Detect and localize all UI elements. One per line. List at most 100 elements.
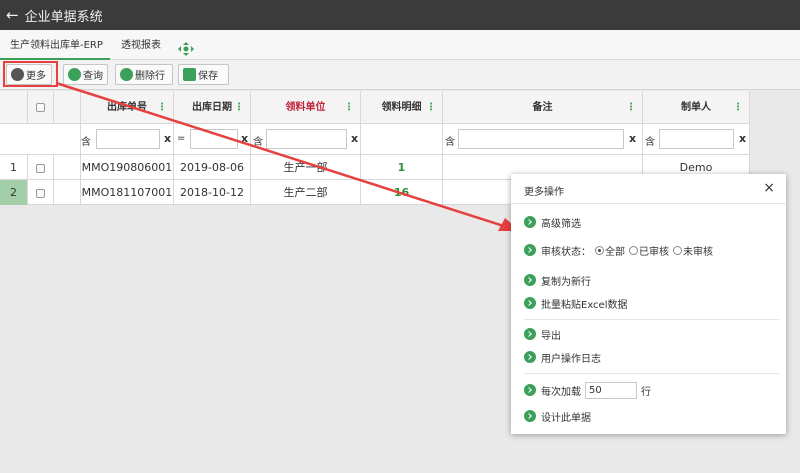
audit-status-label: 审核状态： bbox=[541, 246, 591, 258]
close-icon[interactable]: × bbox=[763, 180, 775, 196]
arrow-right-circle-icon bbox=[524, 328, 536, 340]
select-all-checkbox[interactable] bbox=[36, 102, 45, 112]
copy-new-label: 复制为新行 bbox=[541, 276, 591, 288]
filter-input[interactable] bbox=[266, 129, 347, 149]
row-checkbox-cell[interactable] bbox=[28, 155, 54, 180]
tab-bar: 生产领料出库单-ERP 透视报表 bbox=[0, 30, 800, 60]
batch-paste-item[interactable]: 批量粘贴Excel数据 bbox=[524, 295, 628, 311]
title-bar: ← 企业单据系统 bbox=[0, 0, 800, 30]
cell-date[interactable]: 2019-08-06 bbox=[174, 155, 251, 180]
header-order-no[interactable]: 出库单号 ⋮ bbox=[81, 91, 174, 124]
save-button[interactable]: 保存 bbox=[178, 64, 229, 85]
export-item[interactable]: 导出 bbox=[524, 326, 561, 342]
audit-radio-approved[interactable]: 已审核 bbox=[629, 243, 669, 258]
filter-input[interactable] bbox=[190, 129, 238, 149]
filter-row: 含 x = x 含 x 含 x 含 x bbox=[0, 124, 750, 155]
cell-order-no[interactable]: MMO181107001 bbox=[81, 180, 174, 205]
row-number: 1 bbox=[0, 155, 28, 180]
cell-dept[interactable]: 生产二部 bbox=[251, 180, 361, 205]
filter-order-no: 含 x bbox=[81, 124, 174, 155]
save-icon bbox=[183, 68, 196, 81]
filter-clear[interactable]: x bbox=[164, 132, 171, 145]
divider bbox=[524, 373, 779, 374]
filter-input[interactable] bbox=[659, 129, 734, 149]
back-arrow-icon[interactable]: ← bbox=[6, 7, 19, 23]
arrow-right-circle-icon bbox=[524, 244, 536, 256]
row-number: 2 bbox=[0, 180, 28, 205]
row-checkbox[interactable] bbox=[36, 163, 45, 173]
header-rownum bbox=[0, 91, 28, 124]
row-spacer bbox=[54, 180, 81, 205]
filter-clear[interactable]: x bbox=[739, 132, 746, 145]
more-actions-dialog: 更多操作 × 高级筛选 审核状态： 全部 已审核 未审核 复制为新行 批量粘贴E… bbox=[511, 174, 786, 434]
design-form-item[interactable]: 设计此单据 bbox=[524, 408, 591, 424]
filter-clear[interactable]: x bbox=[629, 132, 636, 145]
header-spacer bbox=[54, 91, 81, 124]
delete-row-button[interactable]: 删除行 bbox=[115, 64, 173, 85]
query-button[interactable]: 查询 bbox=[63, 64, 108, 85]
column-menu-icon[interactable]: ⋮ bbox=[234, 91, 244, 124]
column-menu-icon[interactable]: ⋮ bbox=[344, 91, 354, 124]
per-load-item: 每次加载 50 行 bbox=[524, 381, 651, 399]
user-log-item[interactable]: 用户操作日志 bbox=[524, 349, 601, 365]
dialog-title: 更多操作 bbox=[524, 187, 564, 198]
cell-date[interactable]: 2018-10-12 bbox=[174, 180, 251, 205]
row-checkbox-cell[interactable] bbox=[28, 180, 54, 205]
tab-pivot-report[interactable]: 透视报表 bbox=[121, 30, 161, 60]
header-select-all[interactable] bbox=[28, 91, 54, 124]
copy-new-item[interactable]: 复制为新行 bbox=[524, 272, 591, 288]
header-remark[interactable]: 备注 ⋮ bbox=[443, 91, 643, 124]
arrow-right-circle-icon bbox=[524, 216, 536, 228]
filter-detail bbox=[361, 124, 443, 155]
filter-op: = bbox=[177, 133, 186, 144]
query-label: 查询 bbox=[83, 71, 103, 82]
filter-maker: 含 x bbox=[643, 124, 750, 155]
advanced-filter-label: 高级筛选 bbox=[541, 218, 581, 230]
move-icon[interactable] bbox=[178, 38, 194, 56]
radio-icon[interactable] bbox=[595, 245, 604, 255]
filter-op: 含 bbox=[645, 137, 655, 148]
audit-radio-all[interactable]: 全部 bbox=[595, 243, 625, 258]
user-log-label: 用户操作日志 bbox=[541, 353, 601, 365]
cell-detail[interactable]: 16 bbox=[361, 180, 443, 205]
per-load-unit: 行 bbox=[641, 386, 651, 398]
arrow-right-circle-icon bbox=[524, 384, 536, 396]
toolbar: 更多 查询 删除行 保存 bbox=[0, 60, 800, 90]
search-icon bbox=[68, 68, 81, 81]
arrow-right-circle-icon bbox=[524, 274, 536, 286]
filter-dept: 含 x bbox=[251, 124, 361, 155]
export-label: 导出 bbox=[541, 330, 561, 342]
column-menu-icon[interactable]: ⋮ bbox=[426, 91, 436, 124]
column-menu-icon[interactable]: ⋮ bbox=[626, 91, 636, 124]
audit-status-item: 审核状态： 全部 已审核 未审核 bbox=[524, 242, 713, 258]
filter-op: 含 bbox=[445, 137, 455, 148]
per-load-input[interactable]: 50 bbox=[585, 381, 637, 399]
header-date[interactable]: 出库日期 ⋮ bbox=[174, 91, 251, 124]
batch-paste-label: 批量粘贴Excel数据 bbox=[541, 299, 628, 311]
arrow-right-circle-icon bbox=[524, 297, 536, 309]
filter-input[interactable] bbox=[458, 129, 624, 149]
filter-remark: 含 x bbox=[443, 124, 643, 155]
tab-production-outbound[interactable]: 生产领料出库单-ERP bbox=[0, 30, 110, 60]
header-dept[interactable]: 领料单位 ⋮ bbox=[251, 91, 361, 124]
app-title: 企业单据系统 bbox=[24, 9, 103, 25]
radio-icon[interactable] bbox=[673, 245, 682, 255]
arrow-right-circle-icon bbox=[524, 410, 536, 422]
advanced-filter-item[interactable]: 高级筛选 bbox=[524, 214, 581, 230]
cell-dept[interactable]: 生产一部 bbox=[251, 155, 361, 180]
header-detail[interactable]: 领料明细 ⋮ bbox=[361, 91, 443, 124]
filter-input[interactable] bbox=[96, 129, 160, 149]
header-maker[interactable]: 制单人 ⋮ bbox=[643, 91, 750, 124]
dialog-header: 更多操作 × bbox=[511, 174, 786, 204]
cell-detail[interactable]: 1 bbox=[361, 155, 443, 180]
column-menu-icon[interactable]: ⋮ bbox=[157, 91, 167, 124]
radio-icon[interactable] bbox=[629, 245, 638, 255]
row-checkbox[interactable] bbox=[36, 188, 45, 198]
filter-op: 含 bbox=[81, 137, 91, 148]
filter-clear[interactable]: x bbox=[351, 132, 358, 145]
cell-order-no[interactable]: MMO190806001 bbox=[81, 155, 174, 180]
filter-clear[interactable]: x bbox=[241, 132, 248, 145]
column-menu-icon[interactable]: ⋮ bbox=[733, 91, 743, 124]
audit-radio-unapproved[interactable]: 未审核 bbox=[673, 243, 713, 258]
row-spacer bbox=[54, 155, 81, 180]
